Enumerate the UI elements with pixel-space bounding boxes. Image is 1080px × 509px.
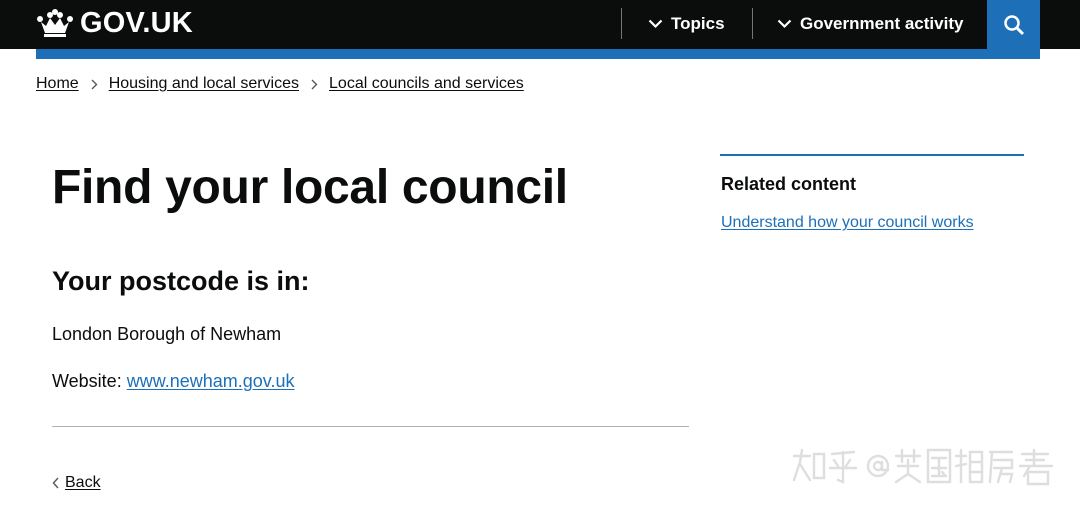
- nav-separator: [752, 8, 753, 39]
- council-website-link[interactable]: www.newham.gov.uk: [127, 371, 295, 391]
- result-heading: Your postcode is in:: [52, 266, 310, 296]
- chevron-down-icon: [777, 19, 792, 28]
- crown-icon: [37, 9, 73, 37]
- breadcrumb-housing[interactable]: Housing and local services: [109, 75, 299, 93]
- search-button[interactable]: [987, 0, 1040, 49]
- back-link[interactable]: Back: [52, 474, 101, 492]
- chevron-down-icon: [648, 19, 663, 28]
- nav-topics-label: Topics: [671, 13, 725, 33]
- site-header: GOV.UK Topics Government activity: [0, 0, 1080, 49]
- search-icon: [1003, 14, 1024, 35]
- breadcrumb-local-councils[interactable]: Local councils and services: [329, 75, 524, 93]
- website-label: Website:: [52, 371, 122, 391]
- related-content-title: Related content: [721, 174, 857, 194]
- page-title: Find your local council: [52, 161, 568, 214]
- section-divider: [52, 426, 689, 427]
- website-line: Website: www.newham.gov.uk: [52, 371, 294, 392]
- header-accent-bar: [36, 49, 1040, 59]
- chevron-left-icon: [52, 477, 59, 489]
- chevron-right-icon: [311, 79, 318, 89]
- chevron-right-icon: [91, 79, 98, 89]
- breadcrumb: Home Housing and local services Local co…: [36, 75, 524, 93]
- nav-government-activity[interactable]: Government activity: [777, 0, 963, 47]
- nav-government-activity-label: Government activity: [800, 13, 964, 33]
- govuk-logo[interactable]: GOV.UK: [36, 6, 193, 40]
- related-link-council-works[interactable]: Understand how your council works: [721, 214, 974, 232]
- back-link-label: Back: [65, 474, 101, 491]
- zhihu-watermark: [792, 448, 1054, 486]
- related-content-rule: [720, 154, 1024, 156]
- council-name: London Borough of Newham: [52, 324, 282, 344]
- nav-separator: [621, 8, 622, 39]
- logo-text: GOV.UK: [80, 6, 193, 39]
- breadcrumb-home[interactable]: Home: [36, 75, 79, 93]
- nav-topics[interactable]: Topics: [648, 0, 725, 47]
